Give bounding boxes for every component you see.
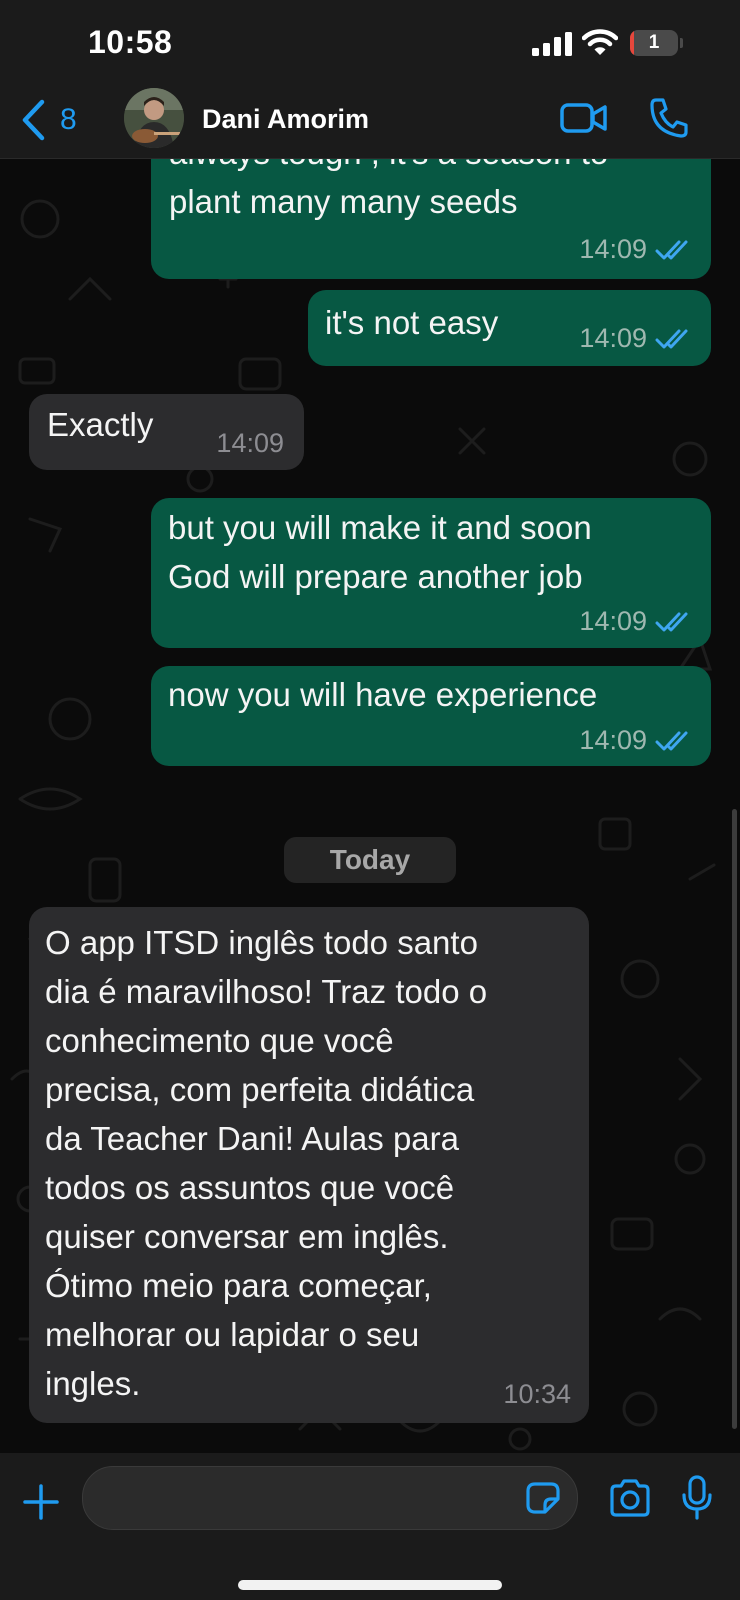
date-separator: Today	[284, 837, 456, 883]
message-text: O app ITSD inglês todo santo dia é marav…	[45, 924, 488, 1402]
message-incoming[interactable]: Exactly 14:09	[29, 394, 304, 470]
scrollbar[interactable]	[732, 809, 737, 1429]
message-time: 14:09	[579, 725, 647, 755]
message-text: but you will make it and soon God will p…	[168, 509, 592, 595]
message-text: Exactly	[47, 406, 154, 443]
status-bar: 10:58 1	[0, 0, 740, 88]
wifi-icon	[582, 29, 618, 55]
plus-icon[interactable]	[22, 1483, 60, 1521]
message-text: always tough , it's a season to plant ma…	[169, 159, 608, 220]
message-time: 14:09	[579, 606, 647, 636]
avatar[interactable]	[124, 88, 184, 148]
contact-name[interactable]: Dani Amorim	[202, 104, 369, 135]
signal-icon	[532, 32, 572, 56]
message-input[interactable]	[82, 1466, 578, 1531]
phone-icon[interactable]	[648, 96, 688, 140]
chat-area[interactable]: always tough , it's a season to plant ma…	[0, 159, 740, 1453]
unread-count: 8	[60, 103, 77, 136]
home-indicator[interactable]	[238, 1580, 502, 1590]
camera-icon[interactable]	[608, 1479, 652, 1517]
message-outgoing[interactable]: always tough , it's a season to plant ma…	[151, 159, 711, 279]
chevron-left-icon	[22, 99, 45, 141]
double-check-read-icon	[655, 240, 688, 259]
microphone-icon[interactable]	[680, 1475, 714, 1521]
message-input-field[interactable]	[103, 1467, 507, 1531]
message-text: it's not easy	[325, 304, 499, 341]
message-time: 14:09	[579, 234, 647, 264]
message-incoming[interactable]: O app ITSD inglês todo santo dia é marav…	[29, 907, 589, 1423]
message-text: now you will have experience	[168, 676, 598, 713]
back-button[interactable]: 8	[20, 92, 77, 148]
sticker-icon[interactable]	[525, 1481, 561, 1515]
message-outgoing[interactable]: it's not easy 14:09	[308, 290, 711, 366]
status-time: 10:58	[88, 24, 173, 60]
message-time: 10:34	[503, 1379, 571, 1409]
double-check-read-icon	[655, 612, 688, 631]
message-time: 14:09	[579, 323, 647, 353]
avatar-photo	[124, 88, 184, 148]
double-check-read-icon	[655, 329, 688, 348]
message-time: 14:09	[216, 428, 284, 458]
double-check-read-icon	[655, 731, 688, 750]
message-outgoing[interactable]: now you will have experience 14:09	[151, 666, 711, 766]
battery-level: 1	[648, 32, 660, 53]
video-camera-icon[interactable]	[560, 98, 608, 138]
battery-icon: 1	[630, 30, 683, 58]
message-outgoing[interactable]: but you will make it and soon God will p…	[151, 498, 711, 648]
input-bar	[0, 1453, 740, 1600]
chat-header: 8 Dani Amorim	[0, 88, 740, 159]
